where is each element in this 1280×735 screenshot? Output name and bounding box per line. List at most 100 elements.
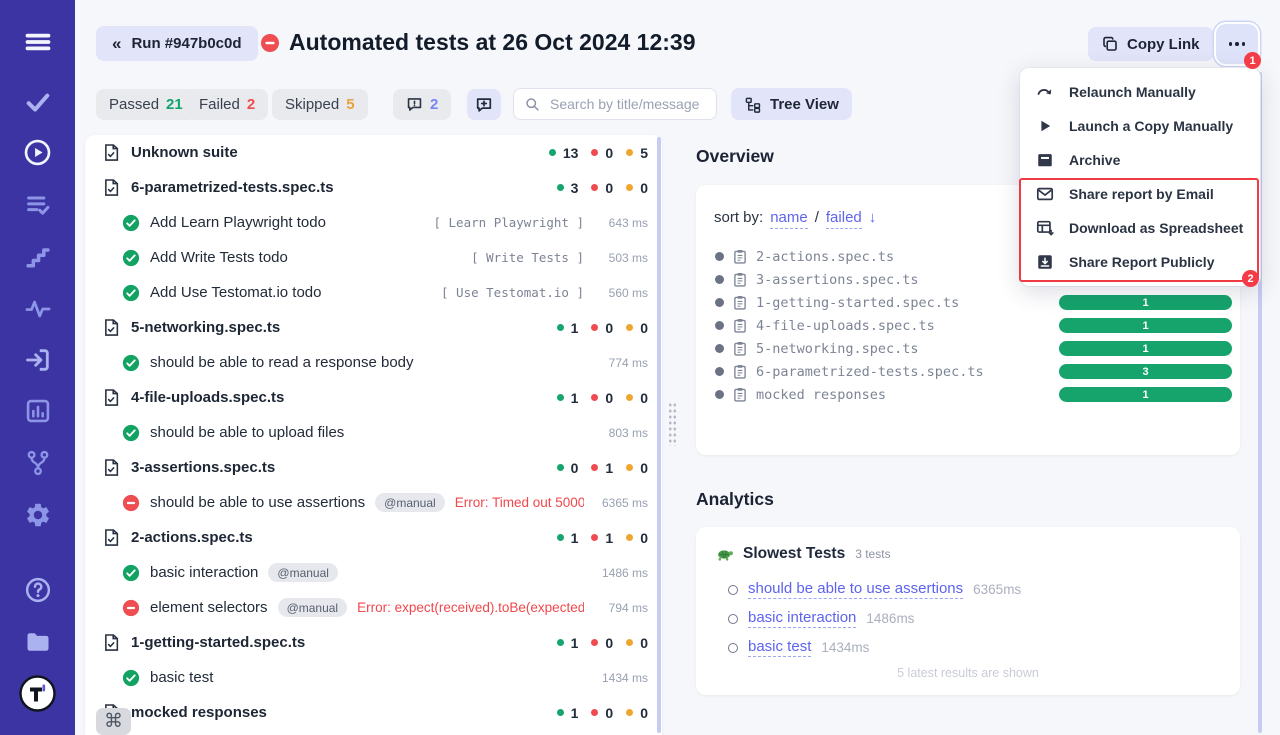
sort-by-failed-link[interactable]: failed [826, 209, 862, 229]
spec-file-icon [102, 633, 120, 652]
test-row[interactable]: should be able to upload files 803 ms [85, 415, 662, 450]
turtle-icon [716, 547, 734, 562]
overview-suite-row[interactable]: 6-parametrized-tests.spec.ts 3 [696, 360, 1240, 383]
run-id-label: Run #947b0c0d [131, 35, 241, 52]
filter-skipped-chip[interactable]: Skipped 5 [272, 89, 368, 120]
overview-suite-row[interactable]: 5-networking.spec.ts 1 [696, 337, 1240, 360]
tests-scrollbar[interactable] [657, 137, 661, 733]
test-row[interactable]: Add Write Tests todo [ Write Tests ] 503… [85, 240, 662, 275]
test-row[interactable]: Add Learn Playwright todo [ Learn Playwr… [85, 205, 662, 240]
menu-icon[interactable] [0, 28, 75, 56]
overview-suite-name: 5-networking.spec.ts [756, 341, 919, 357]
test-name: should be able to read a response body [150, 354, 414, 371]
play-circle-icon[interactable] [0, 138, 75, 167]
overview-suite-row[interactable]: 4-file-uploads.spec.ts 1 [696, 314, 1240, 337]
test-row[interactable]: should be able to use assertions @manual… [85, 485, 662, 520]
passed-dot-icon [557, 324, 564, 331]
latest-results-note: 5 latest results are shown [696, 666, 1240, 680]
sort-direction-arrow-icon[interactable]: ↓ [869, 209, 877, 226]
suite-row[interactable]: 5-networking.spec.ts 1 0 0 [85, 310, 662, 345]
clipboard-icon [733, 272, 747, 287]
test-row[interactable]: basic test 1434 ms [85, 660, 662, 695]
passed-dot-icon [557, 184, 564, 191]
passed-dot-icon [557, 464, 564, 471]
annotation-badge-2: 2 [1242, 270, 1259, 287]
suite-row[interactable]: 1-getting-started.spec.ts 1 0 0 [85, 625, 662, 660]
menu-item[interactable]: Relaunch Manually [1020, 75, 1260, 109]
suite-counts: 13 0 5 [536, 145, 648, 161]
suite-row[interactable]: 4-file-uploads.spec.ts 1 0 0 [85, 380, 662, 415]
suite-passed-count: 1 [571, 320, 579, 336]
suite-passed-count: 13 [563, 145, 579, 161]
test-row[interactable]: should be able to read a response body 7… [85, 345, 662, 380]
search-input[interactable] [548, 95, 705, 113]
suite-passed-count: 1 [571, 390, 579, 406]
clipboard-icon [733, 387, 747, 402]
git-branch-icon[interactable] [0, 449, 75, 477]
slow-test-row: basic test 1434ms [728, 633, 1021, 662]
passed-dot-icon [557, 394, 564, 401]
test-row[interactable]: element selectors @manual Error: expect(… [85, 590, 662, 625]
pulse-icon[interactable] [0, 295, 75, 323]
suite-row[interactable]: mocked responses 1 0 0 [85, 695, 662, 730]
suite-counts: 1 1 0 [544, 530, 648, 546]
check-circle-icon [122, 564, 140, 582]
bar-chart-icon[interactable] [0, 397, 75, 425]
check-circle-icon [122, 214, 140, 232]
overview-suite-row[interactable]: 1-getting-started.spec.ts 1 [696, 291, 1240, 314]
slow-test-row: basic interaction 1486ms [728, 604, 1021, 633]
menu-item[interactable]: Download as Spreadsheet [1020, 211, 1260, 245]
check-icon[interactable] [0, 88, 75, 116]
email-icon [1036, 185, 1054, 203]
test-duration: 560 ms [594, 286, 648, 300]
menu-item-label: Launch a Copy Manually [1069, 118, 1233, 134]
suite-failed-count: 1 [605, 530, 613, 546]
copy-link-button[interactable]: Copy Link [1088, 27, 1214, 61]
overview-suite-name: 6-parametrized-tests.spec.ts [756, 364, 984, 380]
gear-icon[interactable] [0, 501, 75, 529]
menu-item[interactable]: Share Report Publicly [1020, 245, 1260, 279]
bracket-tag: [ Write Tests ] [471, 250, 584, 265]
steps-icon[interactable] [0, 243, 75, 271]
filter-passed-chip[interactable]: Passed 21 [96, 89, 196, 120]
import-icon[interactable] [0, 346, 75, 374]
clipboard-icon [733, 249, 747, 264]
filter-failed-chip[interactable]: Failed 2 [186, 89, 268, 120]
comment-plus-icon [475, 96, 493, 114]
add-comment-button[interactable] [467, 89, 501, 120]
test-name: should be able to upload files [150, 424, 344, 441]
page-title: Automated tests at 26 Oct 2024 12:39 [289, 29, 696, 56]
menu-item[interactable]: Archive [1020, 143, 1260, 177]
folder-icon[interactable] [0, 628, 75, 656]
suite-failed-count: 0 [605, 705, 613, 721]
tree-view-button[interactable]: Tree View [731, 88, 852, 120]
suite-skipped-count: 0 [640, 320, 648, 336]
overview-suite-row[interactable]: mocked responses 1 [696, 383, 1240, 406]
filter-comments-chip[interactable]: 2 [393, 89, 451, 120]
slow-test-link[interactable]: should be able to use assertions [748, 580, 963, 599]
test-row[interactable]: Add Use Testomat.io todo [ Use Testomat.… [85, 275, 662, 310]
list-check-icon[interactable] [0, 191, 75, 219]
suite-counts: 1 0 0 [544, 390, 648, 406]
suite-row[interactable]: 3-assertions.spec.ts 0 1 0 [85, 450, 662, 485]
search-icon [525, 97, 540, 112]
sort-by-name-link[interactable]: name [770, 209, 808, 229]
suite-skipped-count: 0 [640, 530, 648, 546]
test-name: Add Write Tests todo [150, 249, 288, 266]
back-to-run-button[interactable]: « Run #947b0c0d [96, 26, 258, 61]
suite-row[interactable]: Unknown suite 13 0 5 [85, 135, 662, 170]
slow-test-link[interactable]: basic interaction [748, 609, 856, 628]
slowest-tests-card: Slowest Tests 3 tests should be able to … [696, 527, 1240, 695]
help-icon[interactable] [0, 576, 75, 604]
suite-row[interactable]: 6-parametrized-tests.spec.ts 3 0 0 [85, 170, 662, 205]
menu-item[interactable]: Launch a Copy Manually [1020, 109, 1260, 143]
slow-test-link[interactable]: basic test [748, 638, 811, 657]
slow-test-duration: 1486ms [866, 611, 914, 626]
test-row[interactable]: basic interaction @manual 1486 ms [85, 555, 662, 590]
command-key-shortcut[interactable]: ⌘ [96, 708, 131, 735]
suite-failed-count: 0 [605, 390, 613, 406]
testomat-logo[interactable] [0, 675, 75, 712]
menu-item[interactable]: Share report by Email [1020, 177, 1260, 211]
panel-resize-handle[interactable] [668, 402, 678, 446]
suite-row[interactable]: 2-actions.spec.ts 1 1 0 [85, 520, 662, 555]
